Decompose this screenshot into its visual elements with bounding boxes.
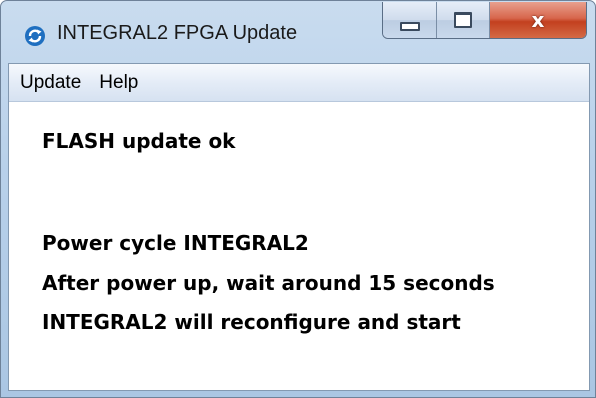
client-area: Update Help FLASH update ok Power cycle … bbox=[8, 63, 590, 391]
application-window: INTEGRAL2 FPGA Update x Update Help FLAS… bbox=[0, 0, 596, 398]
instruction-line-1: Power cycle INTEGRAL2 bbox=[42, 231, 309, 255]
menu-update[interactable]: Update bbox=[11, 68, 90, 98]
instruction-line-3: INTEGRAL2 will reconfigure and start bbox=[42, 310, 461, 334]
close-icon: x bbox=[531, 8, 545, 32]
status-message: FLASH update ok bbox=[42, 129, 236, 153]
window-controls: x bbox=[382, 2, 587, 39]
menu-bar: Update Help bbox=[9, 64, 589, 102]
minimize-icon bbox=[399, 21, 420, 31]
maximize-button[interactable] bbox=[437, 2, 490, 38]
minimize-button[interactable] bbox=[383, 2, 438, 38]
window-title: INTEGRAL2 FPGA Update bbox=[57, 22, 298, 44]
maximize-icon bbox=[454, 12, 473, 28]
title-bar[interactable]: INTEGRAL2 FPGA Update x bbox=[1, 1, 595, 63]
menu-help[interactable]: Help bbox=[90, 68, 147, 98]
message-panel: FLASH update ok Power cycle INTEGRAL2 Af… bbox=[9, 102, 589, 390]
instruction-line-2: After power up, wait around 15 seconds bbox=[42, 271, 495, 295]
close-button[interactable]: x bbox=[489, 2, 586, 38]
refresh-cycle-icon bbox=[25, 26, 45, 46]
